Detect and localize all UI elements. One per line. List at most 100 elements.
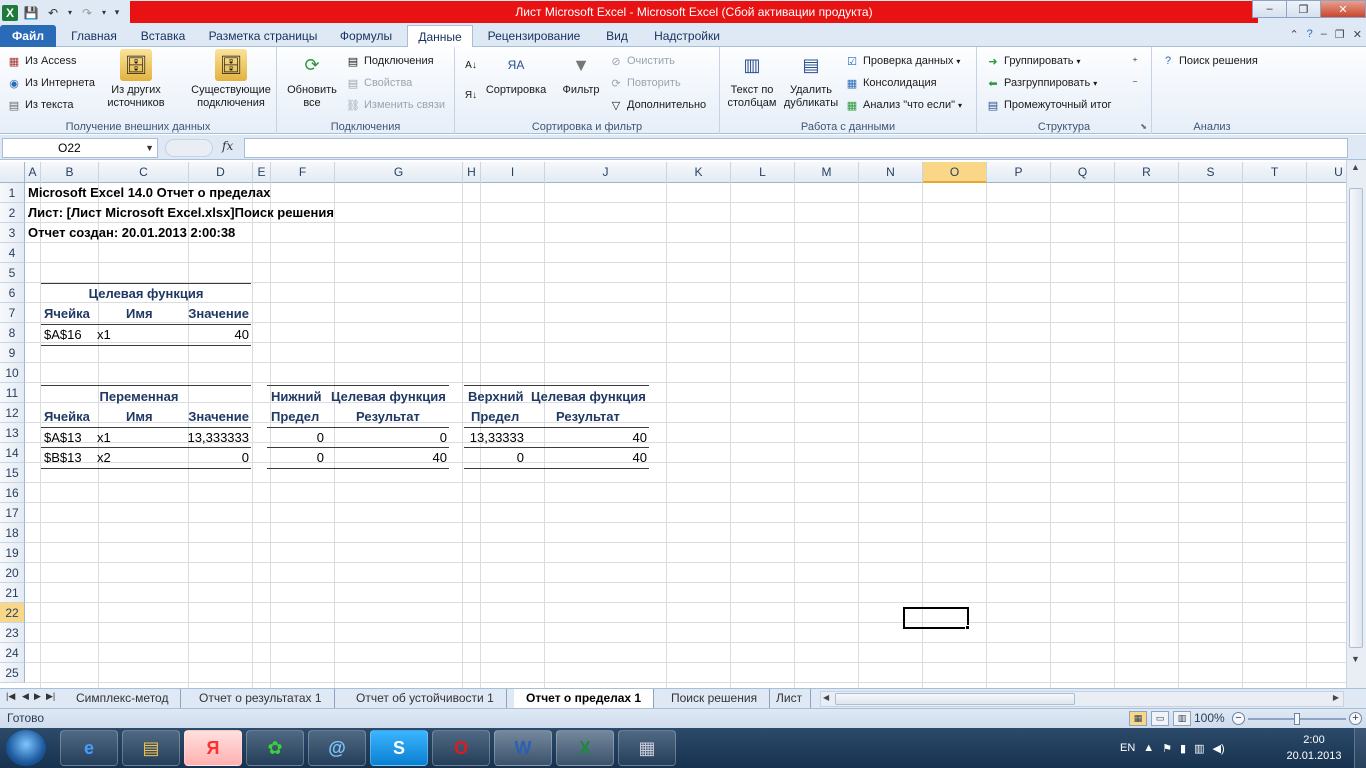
from-other-sources-button[interactable]: 🗄 Из других источников <box>100 49 172 110</box>
existing-connections-button[interactable]: 🗄 Существующие подключения <box>188 49 274 110</box>
tab-home[interactable]: Главная <box>64 25 124 47</box>
row-header-5[interactable]: 5 <box>0 263 25 283</box>
lower-objective-header-1[interactable]: Целевая функция <box>328 387 449 407</box>
language-indicator[interactable]: EN <box>1120 742 1135 754</box>
consolidate-button[interactable]: ▦ Консолидация <box>844 75 937 91</box>
row-header-25[interactable]: 25 <box>0 663 25 683</box>
subtotal-button[interactable]: ▤ Промежуточный итог <box>985 97 1112 113</box>
objective-title[interactable]: Целевая функция <box>41 284 251 304</box>
row-header-17[interactable]: 17 <box>0 503 25 523</box>
row-header-2[interactable]: 2 <box>0 203 25 223</box>
doc-minimize-icon[interactable]: – <box>1321 28 1327 41</box>
objective-cell[interactable]: $A$16 <box>41 325 85 345</box>
column-header-r[interactable]: R <box>1115 162 1179 183</box>
column-header-q[interactable]: Q <box>1051 162 1115 183</box>
upper-result[interactable]: 40 <box>528 428 650 448</box>
formula-bar-handle[interactable] <box>165 139 213 157</box>
normal-view-button[interactable]: ▦ <box>1129 711 1147 726</box>
column-header-n[interactable]: N <box>859 162 923 183</box>
variable-value[interactable]: 13,333333 <box>154 428 252 448</box>
from-web-button[interactable]: ◉ Из Интернета <box>6 75 95 91</box>
zoom-level[interactable]: 100% <box>1194 711 1225 725</box>
objective-col-value[interactable]: Значение <box>154 304 252 324</box>
zoom-in-icon[interactable]: + <box>1349 712 1362 725</box>
row-header-19[interactable]: 19 <box>0 543 25 563</box>
sort-asc-button[interactable]: А↓ <box>463 57 479 73</box>
undo-icon[interactable]: ↶ <box>44 4 62 22</box>
row-header-15[interactable]: 15 <box>0 463 25 483</box>
variables-title[interactable]: Переменная <box>41 387 237 407</box>
sort-desc-button[interactable]: Я↓ <box>463 87 479 103</box>
row-header-21[interactable]: 21 <box>0 583 25 603</box>
first-sheet-icon[interactable]: |◀ <box>6 691 15 702</box>
name-box-dropdown-icon[interactable]: ▼ <box>145 139 154 157</box>
tab-review[interactable]: Рецензирование <box>480 25 588 47</box>
row-header-18[interactable]: 18 <box>0 523 25 543</box>
row-header-14[interactable]: 14 <box>0 443 25 463</box>
objective-value[interactable]: 40 <box>154 325 252 345</box>
objective-name[interactable]: x1 <box>94 325 114 345</box>
connections-button[interactable]: ▤ Подключения <box>345 53 434 69</box>
column-header-u[interactable]: U <box>1307 162 1346 183</box>
worksheet-grid[interactable]: ABCDEFGHIJKLMNOPQRSTU 1 2 3 4 5 6 7 8 9 10 11 12 13 1… <box>0 162 1346 688</box>
tab-view[interactable]: Вид <box>596 25 638 47</box>
volume-icon[interactable]: ◀) <box>1213 742 1225 755</box>
scroll-left-icon[interactable]: ◀ <box>823 693 829 702</box>
network-icon[interactable]: ▥ <box>1194 742 1204 755</box>
from-text-button[interactable]: ▤ Из текста <box>6 97 74 113</box>
column-header-l[interactable]: L <box>731 162 795 183</box>
variable-cell[interactable]: $A$13 <box>41 428 85 448</box>
zoom-out-icon[interactable]: − <box>1232 712 1245 725</box>
redo-dropdown-icon[interactable]: ▾ <box>100 4 108 22</box>
next-sheet-icon[interactable]: ▶ <box>34 691 41 702</box>
select-all-corner[interactable] <box>0 162 25 183</box>
show-detail-button[interactable]: ⁺ <box>1127 53 1143 69</box>
sort-button[interactable]: ЯА Сортировка <box>483 49 549 97</box>
horizontal-scrollbar[interactable]: ◀ ▶ <box>820 691 1344 707</box>
upper-objective-header-2[interactable]: Результат <box>553 407 623 427</box>
column-header-p[interactable]: P <box>987 162 1051 183</box>
report-title[interactable]: Microsoft Excel 14.0 Отчет о пределах <box>25 183 273 203</box>
lower-limit[interactable]: 0 <box>267 428 327 448</box>
upper-header-2[interactable]: Предел <box>468 407 522 427</box>
solver-button[interactable]: ? Поиск решения <box>1160 53 1258 69</box>
upper-objective-header-1[interactable]: Целевая функция <box>528 387 649 407</box>
clear-filter-button[interactable]: ⊘ Очистить <box>608 53 675 69</box>
last-sheet-icon[interactable]: ▶| <box>46 691 55 702</box>
excel-icon[interactable]: X <box>556 730 614 766</box>
dialog-launcher-icon[interactable]: ⬊ <box>1140 122 1147 131</box>
sheet-tab[interactable]: Поиск решения <box>659 689 771 709</box>
close-button[interactable]: ✕ <box>1320 0 1366 18</box>
variables-col-cell[interactable]: Ячейка <box>41 407 93 427</box>
scroll-down-icon[interactable]: ▼ <box>1351 654 1360 664</box>
row-header-9[interactable]: 9 <box>0 343 25 363</box>
variable-value[interactable]: 0 <box>154 448 252 468</box>
what-if-button[interactable]: ▦ Анализ "что если" ▾ <box>844 97 962 113</box>
row-header-7[interactable]: 7 <box>0 303 25 323</box>
tab-addins[interactable]: Надстройки <box>646 25 728 47</box>
explorer-icon[interactable]: ▤ <box>122 730 180 766</box>
customize-qat-icon[interactable]: ▾ <box>112 4 122 22</box>
lower-header-1[interactable]: Нижний <box>268 387 324 407</box>
advanced-filter-button[interactable]: ▽ Дополнительно <box>608 97 706 113</box>
row-header-1[interactable]: 1 <box>0 183 25 203</box>
variable-name[interactable]: x1 <box>94 428 114 448</box>
row-header-16[interactable]: 16 <box>0 483 25 503</box>
sheet-tab-active[interactable]: Отчет о пределах 1 <box>514 689 655 709</box>
opera-icon[interactable]: O <box>432 730 490 766</box>
variable-cell[interactable]: $B$13 <box>41 448 85 468</box>
lower-result[interactable]: 40 <box>328 448 450 468</box>
ungroup-button[interactable]: ⬅ Разгруппировать ▾ <box>985 75 1097 91</box>
column-header-e[interactable]: E <box>253 162 271 183</box>
upper-header-1[interactable]: Верхний <box>465 387 526 407</box>
lower-limit[interactable]: 0 <box>267 448 327 468</box>
minimize-button[interactable]: – <box>1252 0 1287 18</box>
yandex-icon[interactable]: Я <box>184 730 242 766</box>
excel-app-icon[interactable]: X <box>2 4 18 21</box>
fill-handle[interactable] <box>965 625 970 630</box>
hide-detail-button[interactable]: ⁻ <box>1127 75 1143 91</box>
row-header-3[interactable]: 3 <box>0 223 25 243</box>
column-header-s[interactable]: S <box>1179 162 1243 183</box>
tab-data[interactable]: Данные <box>407 25 473 48</box>
flag-icon[interactable]: ⚑ <box>1162 742 1172 755</box>
